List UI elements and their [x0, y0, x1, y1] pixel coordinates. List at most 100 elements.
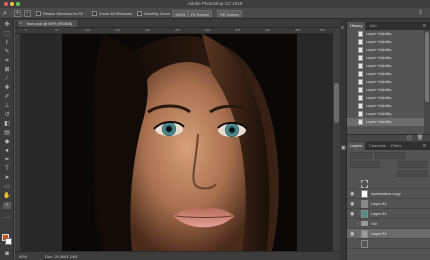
scrubby-zoom-label: Scrubby Zoom — [144, 11, 171, 16]
zoom-in-icon[interactable]: + — [14, 10, 21, 17]
layer-group-row[interactable]: › Vid — [347, 219, 430, 229]
move-tool-icon[interactable]: ✥ — [3, 22, 11, 29]
visibility-eye-icon[interactable]: ◉ — [350, 191, 354, 197]
clone-stamp-tool-icon[interactable]: ⊥ — [3, 103, 11, 110]
visibility-eye-icon[interactable]: ◉ — [350, 211, 354, 217]
opacity-field[interactable] — [397, 161, 427, 168]
canvas-vertical-scrollbar[interactable] — [333, 28, 340, 251]
hand-tool-icon[interactable]: ✋ — [3, 193, 11, 200]
lasso-tool-icon[interactable]: ℓ — [3, 40, 11, 47]
close-tab-icon[interactable]: × — [19, 21, 22, 28]
status-arrow-icon[interactable]: › — [75, 253, 76, 260]
history-item[interactable]: Layer Visibility — [347, 78, 424, 86]
share-icon[interactable]: ⇪ — [418, 9, 423, 18]
zoom-out-icon[interactable]: − — [24, 10, 31, 17]
new-snapshot-icon[interactable]: ◫ — [407, 135, 412, 142]
history-panel-icon[interactable]: ≡ — [341, 25, 344, 31]
history-item-label: Layer Visibility — [366, 55, 392, 60]
zoom-tool-selected-icon[interactable]: ⌕ — [3, 202, 11, 209]
fill-field[interactable] — [397, 170, 427, 177]
blend-mode-select[interactable] — [350, 161, 380, 168]
tab-info[interactable]: Info — [367, 22, 380, 30]
layer-row[interactable]: ◉ eyeshadow copy — [347, 189, 430, 199]
portrait-image[interactable] — [62, 34, 297, 251]
layer-thumbnail — [361, 210, 368, 218]
history-item[interactable]: Layer Visibility — [347, 70, 424, 78]
history-item[interactable]: Layer Visibility — [347, 94, 424, 102]
history-item[interactable]: Layer Visibility — [347, 54, 424, 62]
background-color-swatch[interactable] — [5, 238, 12, 245]
history-brush-tool-icon[interactable]: ↺ — [3, 112, 11, 119]
trash-icon[interactable]: 🗑 — [417, 135, 423, 142]
history-step-icon — [358, 55, 363, 61]
shape-tool-icon[interactable]: ▭ — [3, 184, 11, 191]
quick-mask-icon[interactable]: ◙ — [3, 251, 11, 258]
more-tools-icon[interactable]: … — [3, 214, 11, 221]
zoom-tool-icon[interactable]: ⌕ — [3, 9, 11, 18]
zoom-100-button[interactable]: 100% — [172, 10, 189, 17]
layer-thumbnail — [361, 200, 368, 208]
eraser-tool-icon[interactable]: ◧ — [3, 121, 11, 128]
brush-tool-icon[interactable]: ✐ — [3, 94, 11, 101]
history-item-label: Layer Visibility — [366, 47, 392, 52]
resize-windows-checkbox[interactable] — [36, 11, 41, 16]
layer-row[interactable] — [347, 239, 430, 249]
path-select-tool-icon[interactable]: ➤ — [3, 175, 11, 182]
layer-row[interactable]: ◉ Layer 61 — [347, 209, 430, 219]
tab-layers[interactable]: Layers — [347, 142, 366, 150]
history-item-label: Layer Visibility — [366, 79, 392, 84]
scrollbar-thumb[interactable] — [425, 32, 429, 102]
tab-history[interactable]: History — [347, 22, 366, 30]
layer-row[interactable] — [347, 179, 430, 189]
crop-tool-icon[interactable]: ⌗ — [3, 58, 11, 65]
group-toggle-icon[interactable]: › — [357, 221, 358, 227]
history-step-icon — [358, 103, 363, 109]
layer-filter-icons[interactable] — [375, 152, 405, 159]
frame-tool-icon[interactable]: ⊠ — [3, 67, 11, 74]
history-scrollbar[interactable] — [424, 30, 430, 134]
history-step-icon — [358, 71, 363, 77]
history-item[interactable]: Layer Visibility — [347, 86, 424, 94]
quick-select-tool-icon[interactable]: ✎ — [3, 49, 11, 56]
history-item[interactable]: Layer Visibility — [347, 46, 424, 54]
ruler-tick: 300 — [205, 28, 211, 32]
blur-tool-icon[interactable]: ◆ — [3, 139, 11, 146]
marquee-tool-icon[interactable]: ⬚ — [3, 31, 11, 38]
visibility-eye-icon[interactable]: ◉ — [350, 201, 354, 207]
history-item-selected[interactable]: Layer Visibility — [347, 118, 424, 126]
panel-menu-icon[interactable]: ≡ — [423, 142, 426, 150]
document-tab-label: face.psd @ 50% (RGB/8) — [27, 21, 73, 26]
tab-channels[interactable]: Channels — [366, 142, 389, 150]
scrollbar-thumb[interactable] — [334, 83, 339, 123]
layer-row[interactable]: ◉ Layer 62 — [347, 199, 430, 209]
history-item-label: Layer Visibility — [366, 39, 392, 44]
history-item[interactable]: Layer Visibility — [347, 62, 424, 70]
zoom-all-windows-checkbox[interactable] — [92, 11, 97, 16]
layer-filter-kind[interactable] — [350, 152, 372, 159]
pen-tool-icon[interactable]: ✒ — [3, 157, 11, 164]
zoom-level[interactable]: 50% — [19, 253, 27, 260]
gradient-tool-icon[interactable]: ▤ — [3, 130, 11, 137]
ruler-tick: 450 — [295, 28, 301, 32]
eyedropper-tool-icon[interactable]: ⁄ — [3, 76, 11, 83]
type-tool-icon[interactable]: T — [3, 166, 11, 173]
tab-paths[interactable]: Paths — [388, 142, 404, 150]
ruler-tick: 500 — [320, 28, 326, 32]
canvas-area[interactable] — [21, 34, 333, 251]
history-item[interactable]: Layer Visibility — [347, 38, 424, 46]
history-item[interactable]: Layer Visibility — [347, 102, 424, 110]
visibility-eye-icon[interactable]: ◉ — [350, 231, 354, 237]
history-item[interactable]: Layer Visibility — [347, 30, 424, 38]
panel-menu-icon[interactable]: ≡ — [423, 22, 426, 30]
layers-panel-icon[interactable]: ▣ — [341, 145, 346, 151]
dodge-tool-icon[interactable]: ● — [3, 148, 11, 155]
healing-brush-tool-icon[interactable]: ✚ — [3, 85, 11, 92]
scrubby-zoom-checkbox[interactable] — [137, 11, 142, 16]
document-tab[interactable]: × face.psd @ 50% (RGB/8) — [18, 20, 78, 28]
status-bar: 50% Doc: 29.3M/1.24G › — [15, 251, 340, 260]
layer-row-selected[interactable]: ◉ Layer 54 — [347, 229, 430, 239]
history-item[interactable]: Layer Visibility — [347, 110, 424, 118]
fill-screen-button[interactable]: Fill Screen — [217, 10, 242, 17]
fit-screen-button[interactable]: Fit Screen — [188, 10, 213, 17]
history-step-icon — [358, 95, 363, 101]
